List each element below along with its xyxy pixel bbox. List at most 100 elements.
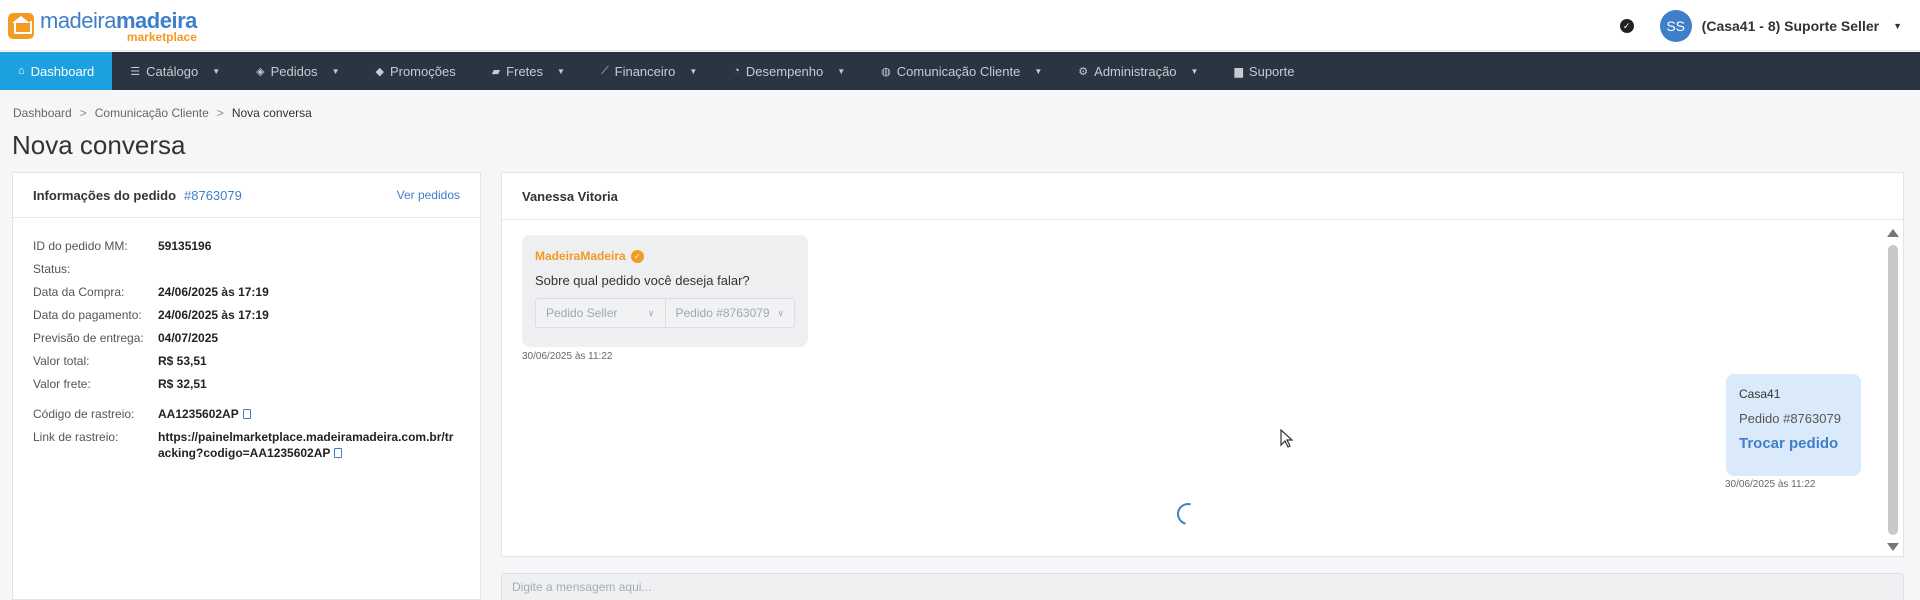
scroll-down-icon[interactable] [1887,543,1899,551]
verified-badge-icon: ✓ [630,249,644,263]
chevron-down-icon: ▼ [557,66,565,76]
page-title: Nova conversa [12,130,186,160]
info-value: R$ 53,51 [158,354,207,368]
nav-item-desempenho[interactable]: ◔ Desempenho ▼ [715,52,863,90]
incoming-message: MadeiraMadeira ✓ Sobre qual pedido você … [522,235,808,347]
brand-logo[interactable]: madeiramadeira marketplace [8,10,197,43]
info-label: Status: [33,262,71,276]
trocar-pedido-link[interactable]: Trocar pedido [1739,435,1848,452]
info-value: AA1235602AP [158,406,460,422]
nav-icon: ⚙ [1078,65,1089,78]
nav-icon: ⟋ [600,64,609,77]
nav-item-suporte[interactable]: ▆ Suporte [1216,52,1312,90]
chevron-down-icon: ∨ [647,307,655,318]
chat-panel: Vanessa Vitoria MadeiraMadeira ✓ Sobre q… [501,172,1904,557]
nav-label: Financeiro [614,63,676,79]
chevron-down-icon: ∨ [777,307,784,318]
nav-icon: ◈ [256,65,265,78]
nav-item-promocoes[interactable]: ◆ Promoções [357,52,473,90]
breadcrumb-current: Nova conversa [231,106,312,120]
top-header: madeiramadeira marketplace ✓ SS (Casa41 … [0,0,1920,51]
message-text: Sobre qual pedido você deseja falar? [535,273,750,288]
nav-icon: ◆ [375,65,384,78]
house-logo-icon [8,13,34,39]
message-sender: Casa41 [1739,387,1781,401]
chevron-down-icon: ▼ [837,66,846,76]
chat-scrollbar[interactable] [1887,229,1899,551]
mouse-cursor-icon [1280,428,1294,452]
info-label: Valor total: [33,354,90,368]
nav-label: Desempenho [745,63,824,79]
order-select-group: Pedido Seller ∨ Pedido #8763079 ∨ [535,298,795,328]
avatar[interactable]: SS [1659,10,1692,42]
order-number-link[interactable]: #8763079 [184,188,242,203]
nav-item-financeiro[interactable]: ⟋ Financeiro ▼ [583,52,715,90]
incoming-timestamp: 30/06/2025 às 11:22 [522,351,613,362]
chevron-down-icon: ▼ [1190,66,1199,76]
nav-item-catalogo[interactable]: ☰ Catálogo ▼ [112,52,238,90]
info-row: Código de rastreio: AA1235602AP [33,406,460,422]
nav-label: Administração [1094,63,1177,79]
info-value: 24/06/2025 às 17:19 [158,308,269,322]
info-value: 04/07/2025 [158,331,219,345]
breadcrumb-comunicacao-cliente[interactable]: Comunicação Cliente [95,106,209,120]
message-order: Pedido #8763079 [1739,411,1841,426]
breadcrumb-dashboard[interactable]: Dashboard [13,106,72,120]
nav-label: Suporte [1248,63,1295,79]
select-pedido-number[interactable]: Pedido #8763079 ∨ [664,299,795,327]
info-value: https://painelmarketplace.madeiramadeira… [158,430,454,460]
info-label: Link de rastreio: [33,430,119,444]
info-value: 24/06/2025 às 17:19 [158,285,269,299]
info-row: Data do pagamento: 24/06/2025 às 17:19 [33,307,460,323]
nav-label: Pedidos [270,63,318,79]
copy-icon[interactable] [334,448,343,458]
info-label: ID do pedido MM: [33,239,128,253]
nav-item-pedidos[interactable]: ◈ Pedidos ▼ [238,52,357,90]
nav-item-administracao[interactable]: ⚙ Administração ▼ [1060,52,1216,90]
copy-icon[interactable] [242,409,251,419]
check-circle-icon[interactable]: ✓ [1619,19,1634,33]
info-row: Data da Compra: 24/06/2025 às 17:19 [33,284,460,300]
message-input[interactable] [501,573,1904,600]
info-row: Valor total: R$ 53,51 [33,353,460,369]
nav-icon: ☰ [130,65,141,78]
user-menu[interactable]: ✓ SS (Casa41 - 8) Suporte Seller ▼ [1619,10,1902,42]
nav-label: Fretes [506,63,544,79]
info-row: Link de rastreio: https://painelmarketpla… [33,429,460,461]
chevron-down-icon: ▼ [1034,66,1043,76]
nav-icon: ◍ [881,65,891,78]
ver-pedidos-link[interactable]: Ver pedidos [397,188,460,202]
nav-icon: ▆ [1234,65,1243,78]
info-row: Status: [33,261,460,277]
nav-label: Promoções [389,63,456,79]
chevron-down-icon: ▼ [331,66,340,76]
main-nav: ⌂ Dashboard ☰ Catálogo ▼ ◈ Pedidos ▼ ◆ Promoções ▰… [0,52,1920,90]
info-value [158,261,460,277]
breadcrumb-separator-icon: > [79,106,87,120]
nav-label: Catálogo [146,63,199,79]
nav-icon: ◔ [733,65,740,77]
chevron-down-icon: ▼ [689,66,698,76]
order-info-header: Informações do pedido #8763079 Ver pedid… [13,173,480,218]
user-name[interactable]: (Casa41 - 8) Suporte Seller [1702,18,1879,34]
breadcrumb: Dashboard > Comunicação Cliente > Nova c… [13,106,312,120]
nav-item-comunicacao-cliente[interactable]: ◍ Comunicação Cliente ▼ [863,52,1060,90]
info-label: Data da Compra: [33,285,125,299]
info-label: Valor frete: [33,377,91,391]
nav-item-dashboard[interactable]: ⌂ Dashboard [0,52,113,90]
info-row: Previsão de entrega: 04/07/2025 [33,330,460,346]
select-pedido-seller[interactable]: Pedido Seller ∨ [536,299,665,327]
message-sender: MadeiraMadeira [535,249,626,263]
info-value: R$ 32,51 [158,377,207,391]
nav-item-fretes[interactable]: ▰ Fretes ▼ [474,52,583,90]
outgoing-message: Casa41 Pedido #8763079 Trocar pedido [1726,374,1861,476]
info-value: 59135196 [158,239,212,253]
info-label: Previsão de entrega: [33,331,144,345]
scroll-up-icon[interactable] [1887,229,1899,237]
nav-label: Dashboard [30,63,95,79]
scrollbar-thumb[interactable] [1888,245,1898,535]
chevron-down-icon: ▼ [212,66,221,76]
chevron-down-icon[interactable]: ▼ [1893,21,1902,31]
info-label: Código de rastreio: [33,407,135,421]
order-info-list: ID do pedido MM: 59135196 Status: Data da C… [13,218,480,461]
